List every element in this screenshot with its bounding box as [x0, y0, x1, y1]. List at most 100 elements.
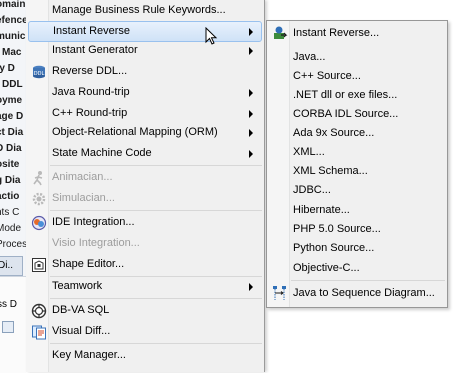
menu-item-label: Instant Generator — [52, 44, 138, 56]
submenu-arrow-icon — [249, 129, 253, 137]
menu-item-reverse-ddl[interactable]: DDL Reverse DDL... — [28, 61, 262, 82]
menu-item-orm[interactable]: Object-Relational Mapping (ORM) — [28, 122, 262, 143]
submenu-item-php[interactable]: PHP 5.0 Source... — [269, 220, 445, 239]
menu-item-visual-diff[interactable]: Visual Diff... — [28, 321, 262, 342]
menu-separator — [50, 298, 262, 299]
submenu-item-label: JDBC... — [293, 184, 331, 196]
menu-item-label: Shape Editor... — [52, 258, 125, 270]
submenu-item-label: Ada 9x Source... — [293, 127, 375, 139]
menu-item-label: Visio Integration... — [52, 237, 140, 249]
submenu-item-xml-schema[interactable]: XML Schema... — [269, 162, 445, 181]
submenu-item-xml[interactable]: XML... — [269, 143, 445, 162]
submenu-arrow-icon — [249, 150, 253, 158]
menu-item-label: Java Round-trip — [52, 86, 130, 98]
bg-small-icon — [2, 321, 14, 333]
submenu-item-hibernate[interactable]: Hibernate... — [269, 201, 445, 220]
submenu-arrow-icon — [249, 47, 253, 55]
menu-separator — [50, 165, 262, 166]
menu-item-label: Teamwork — [52, 280, 103, 292]
submenu-item-java-to-sequence[interactable]: Java to Sequence Diagram... — [269, 284, 445, 303]
menu-item-ide-integration[interactable]: IDE Integration... — [28, 212, 262, 233]
svg-text:DDL: DDL — [34, 71, 45, 77]
bg-fragment: DDL — [2, 79, 23, 90]
bg-fragment: efence — [0, 15, 26, 26]
mouse-pointer-icon — [205, 26, 219, 47]
background-tab[interactable]: Di.. — [0, 256, 23, 276]
bg-fragment: actio — [0, 191, 20, 202]
submenu-item-label: CORBA IDL Source... — [293, 108, 399, 120]
submenu-item-corba-idl[interactable]: CORBA IDL Source... — [269, 105, 445, 124]
menu-item-label: IDE Integration... — [52, 216, 135, 228]
submenu-item-ada[interactable]: Ada 9x Source... — [269, 124, 445, 143]
tools-context-menu: Manage Business Rule Keywords... Instant… — [26, 0, 265, 372]
submenu-item-java[interactable]: Java... — [269, 48, 445, 67]
menu-item-simulacian[interactable]: Simulacian... — [28, 188, 262, 209]
menu-item-label: Manage Business Rule Keywords... — [52, 4, 226, 16]
submenu-arrow-icon — [249, 89, 253, 97]
submenu-item-label: PHP 5.0 Source... — [293, 223, 381, 235]
background-lower-panel: ss D — [0, 276, 26, 373]
bg-fragment: omain — [0, 0, 26, 10]
submenu-item-label: XML... — [293, 146, 325, 158]
submenu-arrow-icon — [249, 110, 253, 118]
submenu-item-label: Java... — [293, 51, 326, 63]
instant-reverse-icon — [272, 25, 288, 41]
menu-item-cpp-round-trip[interactable]: C++ Round-trip — [28, 103, 262, 124]
menu-item-manage-business-rule-keywords[interactable]: Manage Business Rule Keywords... — [28, 0, 262, 21]
submenu-item-label: .NET dll or exe files... — [293, 89, 398, 101]
instant-reverse-submenu: Instant Reverse... Java... C++ Source...… — [266, 20, 448, 308]
submenu-item-python[interactable]: Python Source... — [269, 239, 445, 258]
submenu-item-label: Instant Reverse... — [293, 27, 380, 39]
menu-item-java-round-trip[interactable]: Java Round-trip — [28, 82, 262, 103]
reverse-ddl-icon: DDL — [31, 64, 47, 80]
bg-fragment: ct Dia — [0, 127, 24, 138]
bg-fragment: D Dia — [0, 143, 22, 154]
menu-item-label: Reverse DDL... — [52, 65, 128, 77]
bg-fragment: osite — [0, 159, 20, 170]
menu-item-instant-reverse[interactable]: Instant Reverse — [28, 21, 262, 42]
submenu-item-instant-reverse[interactable]: Instant Reverse... — [269, 24, 445, 43]
submenu-item-label: Python Source... — [293, 242, 375, 254]
submenu-item-label: Java to Sequence Diagram... — [293, 287, 435, 299]
menu-separator — [50, 343, 262, 344]
submenu-item-label: XML Schema... — [293, 165, 368, 177]
menu-item-label: Key Manager... — [52, 349, 126, 361]
menu-item-teamwork[interactable]: Teamwork — [28, 276, 262, 297]
menu-item-state-machine-code[interactable]: State Machine Code — [28, 143, 262, 164]
submenu-arrow-icon — [249, 283, 253, 291]
menu-item-instant-generator[interactable]: Instant Generator — [28, 40, 262, 61]
menu-item-animacian[interactable]: Animacian... — [28, 167, 262, 188]
menu-item-label: Instant Reverse — [53, 25, 131, 37]
menu-item-label: Visual Diff... — [52, 325, 111, 337]
bg-fragment: Mode — [0, 223, 22, 234]
bg-fragment: age D — [0, 111, 24, 122]
menu-item-label: Object-Relational Mapping (ORM) — [52, 126, 218, 138]
menu-item-visio-integration[interactable]: Visio Integration... — [28, 233, 262, 254]
bg-fragment: munic — [0, 31, 26, 42]
submenu-separator — [291, 280, 445, 281]
bg-fragment: Proces — [0, 239, 26, 250]
visual-diff-icon — [31, 324, 47, 340]
simulacian-gear-icon — [31, 191, 47, 207]
submenu-item-label: Hibernate... — [293, 204, 350, 216]
sequence-diagram-icon — [272, 285, 288, 301]
bg-fragment: oyme — [0, 95, 23, 106]
submenu-item-label: C++ Source... — [293, 70, 361, 82]
menu-item-db-va-sql[interactable]: DB-VA SQL — [28, 300, 262, 321]
menu-separator — [50, 210, 262, 211]
bg-fragment: g Dia — [0, 175, 21, 186]
submenu-item-cpp-source[interactable]: C++ Source... — [269, 67, 445, 86]
menu-item-shape-editor[interactable]: Shape Editor... — [28, 254, 262, 275]
bg-fragment: Mac — [2, 47, 22, 58]
bg-fragment: ty D — [0, 63, 15, 74]
menu-item-label: Simulacian... — [52, 192, 115, 204]
menu-item-label: C++ Round-trip — [52, 107, 128, 119]
submenu-item-objective-c[interactable]: Objective-C... — [269, 259, 445, 278]
bg-lower-text: ss D — [0, 299, 17, 310]
submenu-item-dotnet[interactable]: .NET dll or exe files... — [269, 86, 445, 105]
menu-item-label: Animacian... — [52, 171, 113, 183]
bg-fragment: nts C — [0, 207, 20, 218]
submenu-item-jdbc[interactable]: JDBC... — [269, 181, 445, 200]
db-va-sql-icon — [31, 303, 47, 319]
menu-item-key-manager[interactable]: Key Manager... — [28, 345, 262, 366]
